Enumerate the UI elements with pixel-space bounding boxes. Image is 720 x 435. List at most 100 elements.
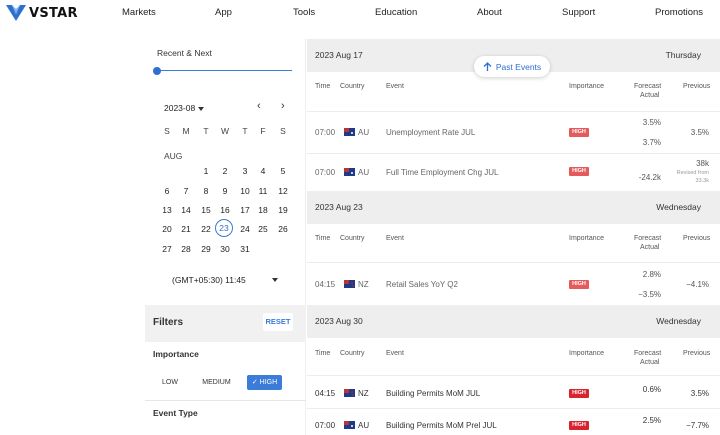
range-slider-track[interactable] bbox=[157, 70, 292, 71]
importance-medium-button[interactable]: MEDIUM bbox=[196, 375, 237, 390]
nav-tools[interactable]: Tools bbox=[293, 7, 315, 18]
col-event: Event bbox=[386, 350, 404, 357]
range-slider-handle[interactable] bbox=[153, 67, 161, 75]
calendar-day[interactable]: 10 bbox=[235, 184, 255, 198]
row-time: 04:15 bbox=[315, 389, 336, 398]
calendar-day[interactable]: 14 bbox=[176, 203, 196, 217]
row-divider bbox=[307, 408, 720, 409]
row-previous: 3.5% bbox=[690, 128, 709, 137]
past-events-button[interactable]: Past Events bbox=[474, 56, 550, 77]
dow-label: S bbox=[280, 126, 286, 136]
col-country: Country bbox=[340, 83, 365, 90]
row-forecast: 0.6% bbox=[642, 385, 661, 394]
calendar-day[interactable]: 27 bbox=[157, 242, 177, 256]
calendar-day[interactable]: 11 bbox=[253, 184, 273, 198]
nav-about[interactable]: About bbox=[477, 7, 502, 18]
row-time: 07:00 bbox=[315, 128, 336, 137]
group-date: 2023 Aug 17 bbox=[315, 50, 363, 60]
dow-label: F bbox=[260, 126, 266, 136]
importance-high-button[interactable]: ✓ HIGH bbox=[247, 375, 282, 390]
importance-badge: HIGH bbox=[569, 389, 589, 398]
nav-education[interactable]: Education bbox=[375, 7, 417, 18]
calendar-day[interactable]: 13 bbox=[157, 203, 177, 217]
row-event[interactable]: Retail Sales YoY Q2 bbox=[386, 280, 458, 289]
calendar-day[interactable]: 22 bbox=[196, 222, 216, 236]
nav-support[interactable]: Support bbox=[562, 7, 595, 18]
vstar-logo-icon bbox=[6, 5, 26, 21]
month-label: AUG bbox=[164, 151, 183, 161]
col-forecast: Forecast bbox=[634, 235, 662, 242]
nav-promotions[interactable]: Promotions bbox=[655, 7, 703, 18]
row-event[interactable]: Full Time Employment Chg JUL bbox=[386, 168, 498, 177]
row-time: 04:15 bbox=[315, 280, 336, 289]
calendar-day[interactable]: 3 bbox=[235, 164, 255, 178]
nav-app[interactable]: App bbox=[215, 7, 232, 18]
col-importance: Importance bbox=[569, 350, 605, 357]
calendar-day[interactable]: 30 bbox=[215, 242, 235, 256]
row-actual: -24.2k bbox=[638, 173, 661, 182]
col-importance: Importance bbox=[569, 235, 605, 242]
divider bbox=[145, 400, 306, 401]
calendar-day[interactable]: 15 bbox=[196, 203, 216, 217]
calendar-day[interactable]: 25 bbox=[253, 222, 273, 236]
date-group-header: 2023 Aug 30 Wednesday bbox=[307, 305, 720, 338]
row-country: AU bbox=[358, 168, 370, 177]
row-country: NZ bbox=[358, 389, 369, 398]
chevron-right-icon[interactable]: › bbox=[281, 100, 285, 112]
row-event[interactable]: Building Permits MoM Prel JUL bbox=[386, 421, 497, 430]
top-navbar: VSTAR Markets App Tools Education About … bbox=[0, 0, 720, 26]
calendar-day[interactable]: 16 bbox=[215, 203, 235, 217]
au-flag-icon bbox=[344, 168, 355, 176]
calendar-day[interactable]: 26 bbox=[273, 222, 293, 236]
caret-down-icon[interactable] bbox=[272, 278, 278, 282]
dow-label: S bbox=[164, 126, 170, 136]
calendar-day[interactable]: 24 bbox=[235, 222, 255, 236]
calendar-day[interactable]: 28 bbox=[176, 242, 196, 256]
calendar-day[interactable]: 17 bbox=[235, 203, 255, 217]
calendar-day-selected[interactable]: 23 bbox=[215, 219, 233, 237]
col-time: Time bbox=[315, 83, 331, 90]
calendar-day[interactable]: 4 bbox=[253, 164, 273, 178]
row-divider bbox=[307, 153, 720, 154]
row-event[interactable]: Building Permits MoM JUL bbox=[386, 389, 480, 398]
row-divider bbox=[307, 375, 720, 376]
importance-low-button[interactable]: LOW bbox=[155, 375, 185, 390]
calendar-day[interactable]: 31 bbox=[235, 242, 255, 256]
calendar-day[interactable]: 2 bbox=[215, 164, 235, 178]
check-icon: ✓ bbox=[251, 379, 260, 386]
chevron-left-icon[interactable]: ‹ bbox=[257, 100, 261, 112]
row-previous: −7.7% bbox=[686, 421, 709, 430]
calendar-day[interactable]: 21 bbox=[176, 222, 196, 236]
calendar-day[interactable]: 5 bbox=[273, 164, 293, 178]
row-forecast: 2.5% bbox=[642, 416, 661, 425]
calendar-day[interactable]: 7 bbox=[176, 184, 196, 198]
timezone-select[interactable]: (GMT+05:30) 11:45 bbox=[172, 275, 246, 285]
col-actual: Actual bbox=[640, 359, 660, 366]
month-select[interactable]: 2023-08 bbox=[164, 103, 205, 113]
row-time: 07:00 bbox=[315, 421, 336, 430]
row-event[interactable]: Unemployment Rate JUL bbox=[386, 128, 475, 137]
reset-button[interactable]: RESET bbox=[263, 313, 293, 331]
dow-label: T bbox=[242, 126, 248, 136]
row-forecast: 2.8% bbox=[642, 270, 661, 279]
calendar-day[interactable]: 9 bbox=[215, 184, 235, 198]
col-importance: Importance bbox=[569, 83, 605, 90]
col-previous: Previous bbox=[683, 235, 711, 242]
calendar-day[interactable]: 6 bbox=[157, 184, 177, 198]
calendar-day[interactable]: 29 bbox=[196, 242, 216, 256]
calendar-day[interactable]: 18 bbox=[253, 203, 273, 217]
calendar-day[interactable]: 12 bbox=[273, 184, 293, 198]
group-weekday: Thursday bbox=[665, 50, 701, 60]
calendar-day[interactable]: 20 bbox=[157, 222, 177, 236]
calendar-day[interactable]: 19 bbox=[273, 203, 293, 217]
au-flag-icon bbox=[344, 128, 355, 136]
group-weekday: Wednesday bbox=[656, 316, 701, 326]
row-actual: 3.7% bbox=[642, 138, 661, 147]
calendar-day[interactable]: 8 bbox=[196, 184, 216, 198]
nav-markets[interactable]: Markets bbox=[122, 7, 156, 18]
vstar-logo[interactable]: VSTAR bbox=[6, 5, 78, 21]
group-weekday: Wednesday bbox=[656, 202, 701, 212]
arrow-up-icon bbox=[483, 61, 492, 71]
calendar-day[interactable]: 1 bbox=[196, 164, 216, 178]
date-group-header: 2023 Aug 23 Wednesday bbox=[307, 191, 720, 224]
